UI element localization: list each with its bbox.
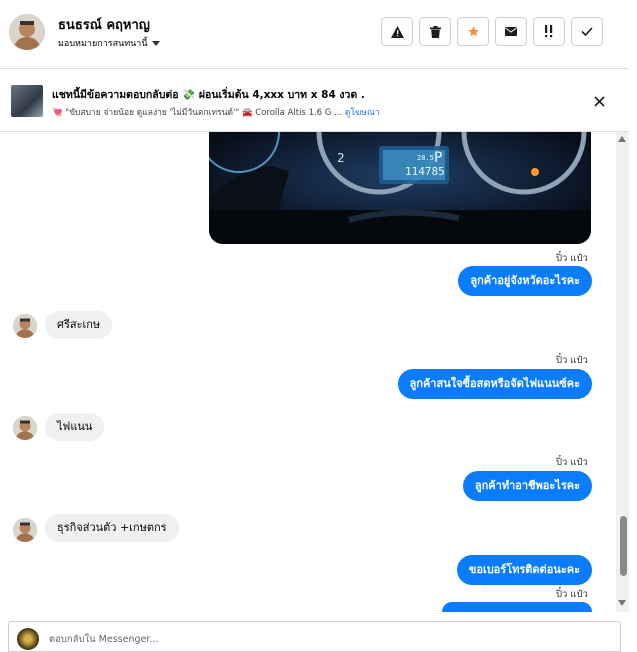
trash-icon [429,25,441,38]
header-actions [381,17,603,46]
delete-button[interactable] [419,17,451,46]
outgoing-message[interactable]: ลูกค้าทำอาชีพอะไรคะ [462,471,592,501]
assign-conversation-dropdown[interactable]: มอบหมายการสนทนานี้ [58,36,160,50]
sender-label: ปิ๋ว แป๋ว [556,253,588,264]
sender-label: ปิ๋ว แป๋ว [556,589,588,600]
ad-subtitle: 💘 "ขับสบาย จ่ายน้อย ดูแลง่าย 'ไม่มีวันตก… [52,105,380,119]
assign-label: มอบหมายการสนทนานี้ [58,39,148,49]
sender-label: ปิ๋ว แป๋ว [556,457,588,468]
car-dashboard-image: P 28.5 114785 2 [209,132,591,244]
outgoing-message[interactable]: ขอเบอร์โทรติดต่อนะคะ [456,555,592,585]
ad-context-banner: แชทนี้มีข้อความตอบกลับต่อ 💸 ผ่อนเริ่มต้น… [0,69,629,132]
dashboard-photo-message[interactable]: P 28.5 114785 2 [209,132,591,244]
speedometer-number: 2 [337,151,345,165]
outgoing-message[interactable]: ลูกค้าอยู่จังหวัดอะไรคะ [458,266,592,296]
follow-up-button[interactable] [533,17,565,46]
contact-avatar-small [13,314,37,338]
outgoing-message-partial[interactable] [442,602,592,612]
close-icon [594,96,605,107]
odometer-readout: 114785 [405,165,445,178]
scroll-down-arrow-icon[interactable] [618,600,626,606]
ad-thumbnail[interactable] [11,85,43,117]
chevron-down-icon [151,40,160,46]
ad-subtitle-text: 💘 "ขับสบาย จ่ายน้อย ดูแลง่าย 'ไม่มีวันตก… [52,108,343,118]
mail-icon [505,27,517,36]
contact-avatar[interactable] [9,14,45,50]
mark-unread-button[interactable] [495,17,527,46]
page-logo-avatar [17,628,39,650]
contact-avatar-small [13,518,37,542]
check-icon [581,27,593,36]
scroll-up-arrow-icon[interactable] [618,136,626,142]
warning-icon [390,25,404,38]
temperature-readout: 28.5 [417,154,434,162]
sender-label: ปิ๋ว แป๋ว [556,355,588,366]
incoming-message[interactable]: ศรีสะเกษ [45,311,113,339]
reply-input[interactable] [47,628,611,650]
conversation-header: ธนธรณ์ คฤหาญ มอบหมายการสนทนานี้ [0,0,629,69]
reply-composer [8,621,621,652]
view-ad-link[interactable]: ดูโฆษณา [345,108,380,118]
contact-name[interactable]: ธนธรณ์ คฤหาญ [58,14,150,35]
exclamation-icon [545,25,553,38]
ad-title: แชทนี้มีข้อความตอบกลับต่อ 💸 ผ่อนเริ่มต้น… [52,89,365,101]
star-icon [467,26,479,37]
gear-indicator: P [434,150,442,166]
done-button[interactable] [571,17,603,46]
scrollbar-thumb[interactable] [620,516,627,576]
star-button[interactable] [457,17,489,46]
incoming-message[interactable]: ไฟแนน [45,413,105,441]
close-ad-banner-button[interactable] [594,92,605,111]
contact-avatar-small [13,416,37,440]
incoming-message[interactable]: ธุรกิจส่วนตัว +เกษตกร [45,514,179,542]
report-button[interactable] [381,17,413,46]
outgoing-message[interactable]: ลูกค้าสนใจซื้อสดหรือจัดไฟแนนซ์คะ [397,369,592,399]
